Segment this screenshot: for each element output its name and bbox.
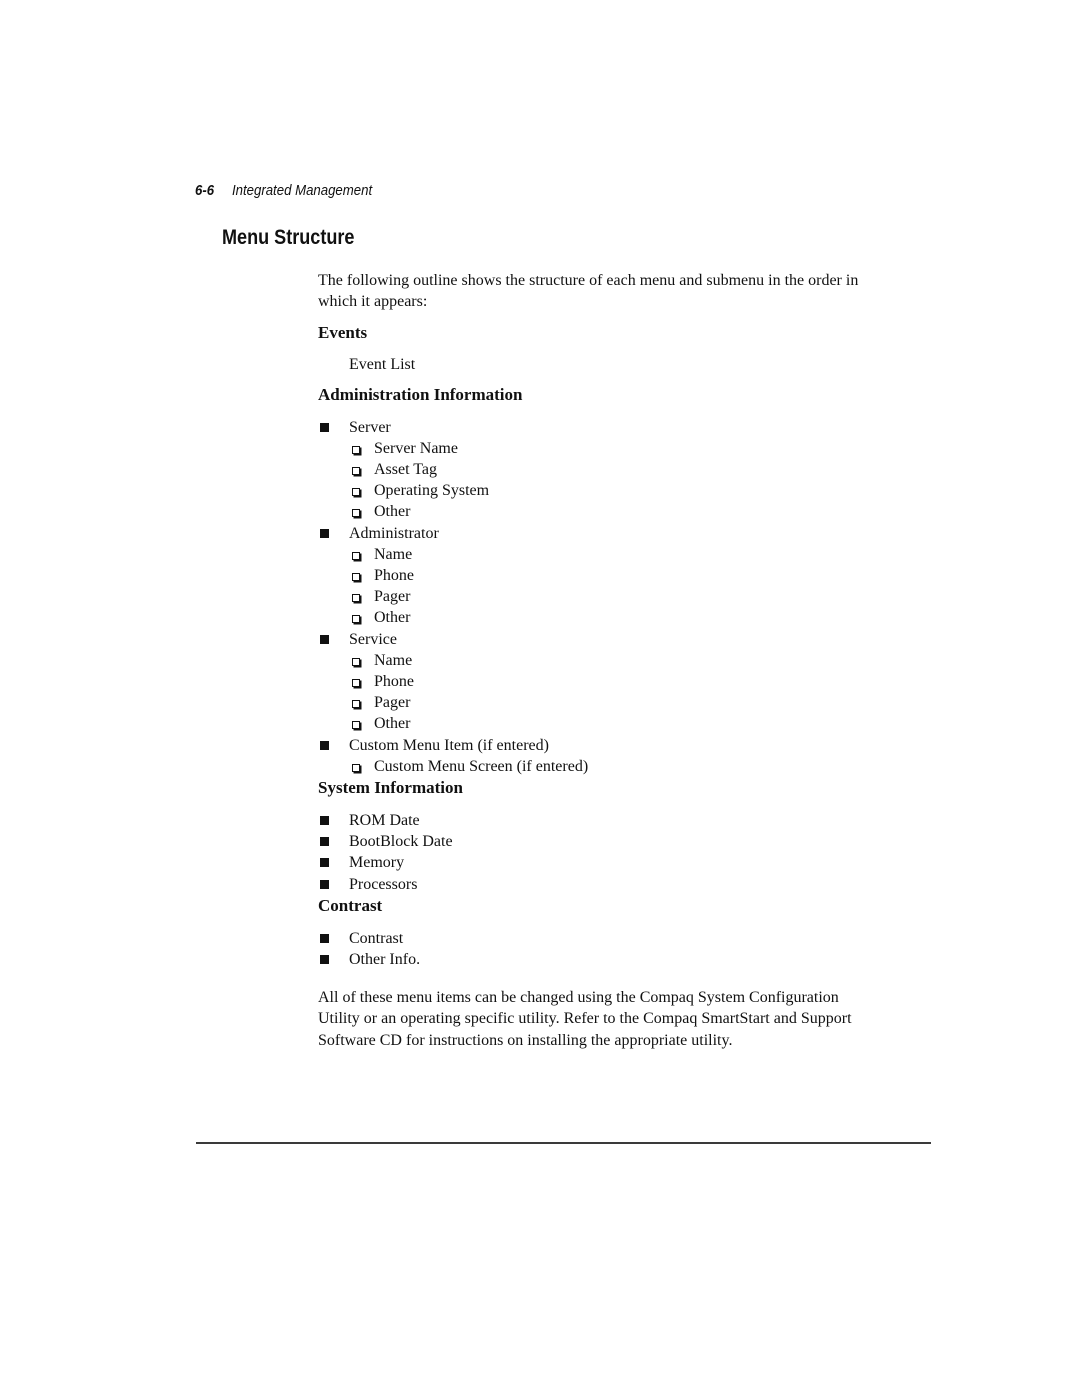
menu-item-label: Service [349,630,397,648]
menu-section-events: Events Event List [318,322,878,375]
menu-item-label: Administrator [349,524,439,542]
menu-item: Memory [318,852,878,873]
submenu-item: Phone [349,565,878,586]
submenu-list: Name Phone Pager Other [349,650,878,735]
submenu-item: Name [349,544,878,565]
submenu-item-label: Name [374,651,413,669]
menu-item: Administrator Name Phone Pager Other [318,523,878,629]
open-square-bullet-icon [352,679,360,688]
submenu-item: Name [349,650,878,671]
menu-item: BootBlock Date [318,831,878,852]
submenu-item-label: Name [374,545,413,563]
filled-square-bullet-icon [320,816,329,826]
filled-square-bullet-icon [320,634,329,644]
menu-item-label: Memory [349,854,405,872]
menu-item: Event List [349,356,416,374]
menu-outline: Contrast Other Info. [318,928,878,970]
submenu-item: Server Name [349,438,878,459]
submenu-item: Pager [349,586,878,607]
open-square-bullet-icon [352,467,360,476]
menu-section-contrast: Contrast Contrast Other Info. [318,895,878,970]
menu-item: ROM Date [318,810,878,831]
menu-item-label: BootBlock Date [349,833,453,851]
menu-outline: ROM Date BootBlock Date Memory Processor… [318,810,878,895]
submenu-item-label: Pager [374,694,411,712]
menu-item: Service Name Phone Pager Other [318,629,878,735]
menu-item-label: Contrast [349,929,404,947]
open-square-bullet-icon [352,594,360,603]
submenu-item-label: Phone [374,673,414,691]
running-header: 6-6 Integrated Management [195,182,372,199]
page-number: 6-6 [195,182,215,199]
submenu-list: Server Name Asset Tag Operating System O… [349,438,878,523]
filled-square-bullet-icon [320,858,329,868]
open-square-bullet-icon [352,551,360,560]
chapter-title: Integrated Management [231,182,373,199]
submenu-item-label: Pager [374,588,411,606]
open-square-bullet-icon [352,763,360,772]
open-square-bullet-icon [352,509,360,518]
menu-heading: Contrast [318,895,383,915]
open-square-bullet-icon [352,615,360,624]
menu-item-label: Processors [349,875,418,893]
closing-paragraph: All of these menu items can be changed u… [318,989,852,1049]
section-title: Menu Structure [222,226,355,249]
submenu-item: Asset Tag [349,459,878,480]
menu-outline: Server Server Name Asset Tag Operating S… [318,417,878,777]
menu-section-administration-information: Administration Information Server Server… [318,384,878,777]
open-square-bullet-icon [352,721,360,730]
menu-item-label: Custom Menu Item (if entered) [349,736,549,754]
body-column: The following outline shows the structur… [318,270,878,1051]
filled-square-bullet-icon [320,879,329,889]
submenu-item: Custom Menu Screen (if entered) [349,756,878,777]
submenu-item-label: Other [374,503,411,521]
menu-heading: System Information [318,778,463,798]
menu-heading: Events [318,323,368,343]
filled-square-bullet-icon [320,955,329,965]
open-square-bullet-icon [352,657,360,666]
open-square-bullet-icon [352,445,360,454]
filled-square-bullet-icon [320,933,329,943]
submenu-item: Other [349,501,878,522]
submenu-list: Custom Menu Screen (if entered) [349,756,878,777]
menu-item: Custom Menu Item (if entered) Custom Men… [318,735,878,777]
menu-item: Other Info. [318,949,878,970]
menu-item: Processors [318,874,878,895]
submenu-item: Operating System [349,480,878,501]
submenu-item: Pager [349,692,878,713]
menu-section-system-information: System Information ROM Date BootBlock Da… [318,777,878,895]
submenu-list: Name Phone Pager Other [349,544,878,629]
open-square-bullet-icon [352,700,360,709]
filled-square-bullet-icon [320,740,329,750]
submenu-item-label: Asset Tag [374,461,438,479]
menu-item-label: Server [349,418,391,436]
submenu-item-label: Other [374,609,411,627]
menu-item-label: Other Info. [349,951,421,969]
menu-item-label: ROM Date [349,812,420,830]
intro-paragraph: The following outline shows the structur… [318,272,859,311]
filled-square-bullet-icon [320,837,329,847]
menu-item: Server Server Name Asset Tag Operating S… [318,417,878,523]
submenu-item-label: Server Name [374,439,458,457]
footer-rule [196,1142,931,1144]
submenu-item: Other [349,607,878,628]
submenu-item-label: Other [374,715,411,733]
submenu-item-label: Phone [374,567,414,585]
submenu-item-label: Custom Menu Screen (if entered) [374,757,589,775]
submenu-item: Phone [349,671,878,692]
submenu-item-label: Operating System [374,482,490,500]
filled-square-bullet-icon [320,528,329,538]
filled-square-bullet-icon [320,422,329,432]
open-square-bullet-icon [352,573,360,582]
menu-heading: Administration Information [318,384,523,404]
submenu-item: Other [349,713,878,734]
open-square-bullet-icon [352,488,360,497]
menu-item: Contrast [318,928,878,949]
